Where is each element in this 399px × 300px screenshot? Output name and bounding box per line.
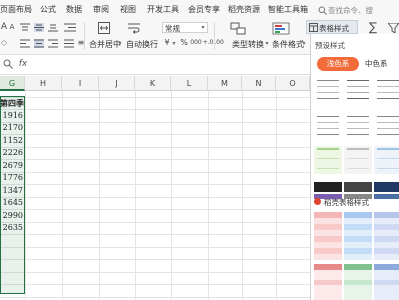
table-cell[interactable]: 1645: [0, 197, 23, 209]
table-style-swatch[interactable]: [344, 146, 372, 174]
panel-title: 预设样式: [315, 41, 345, 50]
menu-formulas[interactable]: 公式: [40, 4, 56, 15]
daoke-styles-label: 稻壳表格样式: [324, 198, 369, 207]
type-convert-label[interactable]: 类型转换: [232, 39, 264, 50]
daoke-style-swatch[interactable]: [374, 212, 399, 260]
search-box[interactable]: 查找命令、搜: [316, 2, 399, 18]
daoke-style-swatch[interactable]: [344, 212, 372, 260]
menu-daoke[interactable]: 稻壳资源: [228, 4, 260, 15]
conditional-format-label[interactable]: 条件格式: [272, 39, 304, 50]
table-cell[interactable]: 1776: [0, 172, 23, 184]
sum-icon[interactable]: ∑: [366, 20, 380, 34]
table-style-swatch[interactable]: [344, 76, 372, 104]
column-header-h[interactable]: H: [25, 76, 62, 91]
daoke-style-swatch[interactable]: [314, 264, 342, 300]
table-icon: [309, 23, 318, 32]
column-header-n[interactable]: N: [242, 76, 276, 91]
wrap-text-label[interactable]: 自动换行: [126, 39, 158, 50]
column-header-k[interactable]: K: [135, 76, 171, 91]
column-header-l[interactable]: L: [171, 76, 208, 91]
align-top-icon[interactable]: [20, 23, 30, 32]
chevron-down-icon: ▾: [201, 24, 205, 31]
table-style-swatch[interactable]: [344, 182, 372, 192]
column-header-g[interactable]: G: [0, 76, 25, 91]
table-style-swatch[interactable]: [374, 76, 399, 104]
table-style-swatch[interactable]: [314, 146, 342, 174]
table-style-swatch[interactable]: [374, 146, 399, 174]
table-cell[interactable]: 2990: [0, 210, 23, 222]
table-style-swatch[interactable]: [374, 182, 399, 192]
daoke-logo-icon: [314, 198, 321, 205]
number-format-value: 常规: [165, 24, 180, 33]
search-placeholder: 查找命令、搜: [328, 6, 373, 15]
chevron-down-icon[interactable]: ▾: [117, 40, 123, 48]
function-icon[interactable]: fx: [18, 58, 28, 70]
menu-view[interactable]: 视图: [120, 4, 136, 15]
align-bottom-icon[interactable]: [48, 23, 58, 32]
formula-bar[interactable]: fx: [0, 55, 310, 75]
menu-developer[interactable]: 开发工具: [147, 4, 179, 15]
chevron-down-icon[interactable]: ▾: [171, 40, 177, 48]
table-cell[interactable]: 1916: [0, 110, 23, 122]
justify-icon[interactable]: [64, 39, 74, 48]
percent-icon[interactable]: %: [179, 38, 189, 48]
chevron-down-icon[interactable]: ▾: [301, 40, 307, 48]
table-style-swatch[interactable]: [314, 76, 342, 104]
font-shrink-icon[interactable]: A: [8, 22, 16, 32]
thousands-icon[interactable]: 000: [189, 38, 203, 48]
table-cell[interactable]: 2635: [0, 222, 23, 234]
type-convert-icon[interactable]: [230, 22, 246, 35]
table-style-swatch[interactable]: [344, 112, 372, 140]
column-header-o[interactable]: O: [276, 76, 310, 91]
daoke-style-swatch[interactable]: [344, 264, 372, 300]
search-icon: [318, 6, 327, 15]
menu-toolbox[interactable]: 智能工具箱: [268, 4, 308, 15]
merge-cells-icon[interactable]: [98, 22, 110, 34]
tab-medium-colors[interactable]: 中色系: [365, 58, 388, 69]
wrap-text-icon[interactable]: [128, 22, 140, 34]
align-right-icon[interactable]: [48, 39, 58, 48]
column-header-m[interactable]: M: [208, 76, 242, 91]
table-style-panel: 预设样式 浅色系 中色系 稻壳表格样式: [310, 34, 399, 300]
table-cell[interactable]: 2679: [0, 160, 23, 172]
fill-color-icon[interactable]: ◇: [0, 38, 8, 48]
menu-data[interactable]: 数据: [66, 4, 82, 15]
table-cell[interactable]: 2226: [0, 147, 23, 159]
table-style-swatch[interactable]: [314, 182, 342, 192]
distribute-icon[interactable]: ≡: [77, 38, 85, 48]
table-style-button[interactable]: 表格样式: [306, 20, 358, 34]
daoke-style-swatch[interactable]: [314, 212, 342, 260]
menu-member[interactable]: 会员专享: [188, 4, 220, 15]
zoom-icon[interactable]: [3, 59, 13, 69]
conditional-format-icon[interactable]: [272, 22, 290, 35]
cell-g-header[interactable]: 第四季: [0, 97, 24, 109]
menu-bar: 页面布局 公式 数据 审阅 视图 开发工具 会员专享 稻壳资源 智能工具箱 查找…: [0, 0, 399, 20]
align-left-icon[interactable]: [20, 39, 30, 48]
table-style-swatch[interactable]: [314, 112, 342, 140]
spreadsheet-grid[interactable]: G H I J K L M N O 第四季 1916 2170 1152 222…: [0, 76, 310, 300]
font-grow-icon[interactable]: A: [0, 22, 8, 32]
table-cell[interactable]: 1152: [0, 135, 23, 147]
align-center-icon[interactable]: [34, 39, 44, 48]
table-style-swatch-bar: [374, 194, 399, 199]
column-header-j[interactable]: J: [99, 76, 135, 91]
tab-light-colors[interactable]: 浅色系: [317, 57, 359, 71]
menu-review[interactable]: 审阅: [93, 4, 109, 15]
column-header-row: G H I J K L M N O: [0, 76, 310, 91]
table-style-label: 表格样式: [319, 24, 349, 33]
column-header-i[interactable]: I: [62, 76, 99, 91]
table-cell[interactable]: 1347: [0, 185, 23, 197]
menu-page-layout[interactable]: 页面布局: [0, 4, 32, 15]
chevron-down-icon[interactable]: ▾: [264, 40, 270, 48]
number-format-select[interactable]: 常规 ▾: [162, 22, 208, 33]
table-style-swatch[interactable]: [374, 112, 399, 140]
indent-icon[interactable]: [64, 23, 76, 32]
daoke-style-swatch[interactable]: [374, 264, 399, 300]
align-middle-icon[interactable]: [34, 23, 44, 32]
filter-icon[interactable]: [388, 23, 399, 33]
decrease-decimal-icon[interactable]: .00: [213, 38, 225, 48]
table-cell[interactable]: 2170: [0, 122, 23, 134]
